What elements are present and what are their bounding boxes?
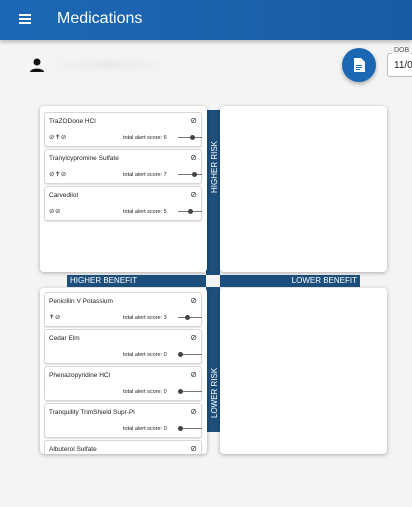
- quadrant-lower-risk-higher-benefit: Penicillin V Potassium ⊘ ✝⊘ total alert sco…: [40, 288, 207, 454]
- alert-score-label: total alert score: 7: [123, 172, 167, 178]
- higher-risk-label: HIGHER RISK: [210, 140, 219, 193]
- dob-label: DOB: [392, 47, 412, 54]
- medication-name: Penicillin V Potassium: [49, 298, 113, 305]
- medication-name: Carvedilol: [49, 192, 78, 199]
- medication-card[interactable]: Phenazopyridine HCl ⊘ total alert score: 0: [44, 366, 202, 401]
- report-button[interactable]: [342, 48, 376, 82]
- alert-symbols: ⊘✝⊘: [49, 134, 67, 141]
- app-bar: Medications: [0, 0, 412, 40]
- alert-score-knob: [185, 315, 190, 320]
- no-entry-icon[interactable]: ⊘: [190, 334, 197, 342]
- lower-risk-label: LOWER RISK: [210, 367, 219, 418]
- medication-name: Albuterol Sulfate: [49, 446, 97, 453]
- alert-symbols: ✝⊘: [49, 314, 61, 321]
- patient-name-redacted: [55, 58, 163, 72]
- medication-card[interactable]: Cedar Elm ⊘ total alert score: 0: [44, 329, 202, 364]
- quadrant-higher-risk-lower-benefit: [220, 106, 387, 272]
- alert-symbols: ⊘✝⊘: [49, 171, 67, 178]
- no-entry-icon[interactable]: ⊘: [190, 297, 197, 305]
- alert-score-label: total alert score: 5: [123, 209, 167, 215]
- alert-score-label: total alert score: 0: [123, 426, 167, 432]
- medication-card[interactable]: Tranquility TrimShield Supr-Pl ⊘ total ale…: [44, 403, 202, 438]
- dob-value: 11/0: [394, 60, 412, 71]
- medication-name: TraZODone HCl: [49, 118, 96, 125]
- alert-score-knob: [178, 426, 183, 431]
- no-entry-icon[interactable]: ⊘: [190, 445, 197, 453]
- alert-score-knob: [178, 352, 183, 357]
- medication-card[interactable]: Albuterol Sulfate ⊘: [44, 440, 202, 454]
- medication-name: Cedar Elm: [49, 335, 80, 342]
- no-entry-icon[interactable]: ⊘: [190, 408, 197, 416]
- higher-benefit-label: HIGHER BENEFIT: [70, 276, 138, 285]
- alert-score-label: total alert score: 3: [123, 315, 167, 321]
- alert-symbols: ⊘⊘: [49, 208, 61, 215]
- quadrant-lower-risk-lower-benefit: [220, 288, 387, 454]
- medication-card[interactable]: Tranylcypromine Sulfate ⊘ ⊘✝⊘ total alert s…: [44, 149, 202, 184]
- person-icon: [30, 58, 44, 72]
- no-entry-icon[interactable]: ⊘: [190, 371, 197, 379]
- alert-score-label: total alert score: 0: [123, 352, 167, 358]
- alert-score-slider: [178, 317, 202, 318]
- page-title: Medications: [57, 10, 143, 27]
- alert-score-label: total alert score: 6: [123, 135, 167, 141]
- alert-score-knob: [192, 172, 197, 177]
- medication-card[interactable]: Penicillin V Potassium ⊘ ✝⊘ total alert sco…: [44, 292, 202, 327]
- alert-score-slider: [178, 174, 202, 175]
- no-entry-icon[interactable]: ⊘: [190, 191, 197, 199]
- no-entry-icon[interactable]: ⊘: [190, 117, 197, 125]
- alert-score-knob: [178, 389, 183, 394]
- medication-card[interactable]: Carvedilol ⊘ ⊘⊘ total alert score: 5: [44, 186, 202, 221]
- lower-benefit-label: LOWER BENEFIT: [291, 276, 357, 285]
- alert-score-knob: [188, 209, 193, 214]
- document-icon: [354, 58, 365, 72]
- menu-icon[interactable]: [19, 14, 31, 24]
- lower-benefit-band: LOWER BENEFIT: [220, 275, 360, 287]
- medication-name: Phenazopyridine HCl: [49, 372, 111, 379]
- medication-name: Tranylcypromine Sulfate: [49, 155, 119, 162]
- alert-score-knob: [190, 135, 195, 140]
- quadrant-higher-risk-higher-benefit: TraZODone HCl ⊘ ⊘✝⊘ total alert score: 6 Tra…: [40, 106, 207, 272]
- medication-name: Tranquility TrimShield Supr-Pl: [49, 409, 135, 416]
- alert-score-label: total alert score: 0: [123, 389, 167, 395]
- higher-benefit-band: HIGHER BENEFIT: [67, 275, 206, 287]
- no-entry-icon[interactable]: ⊘: [190, 154, 197, 162]
- medication-card[interactable]: TraZODone HCl ⊘ ⊘✝⊘ total alert score: 6: [44, 112, 202, 147]
